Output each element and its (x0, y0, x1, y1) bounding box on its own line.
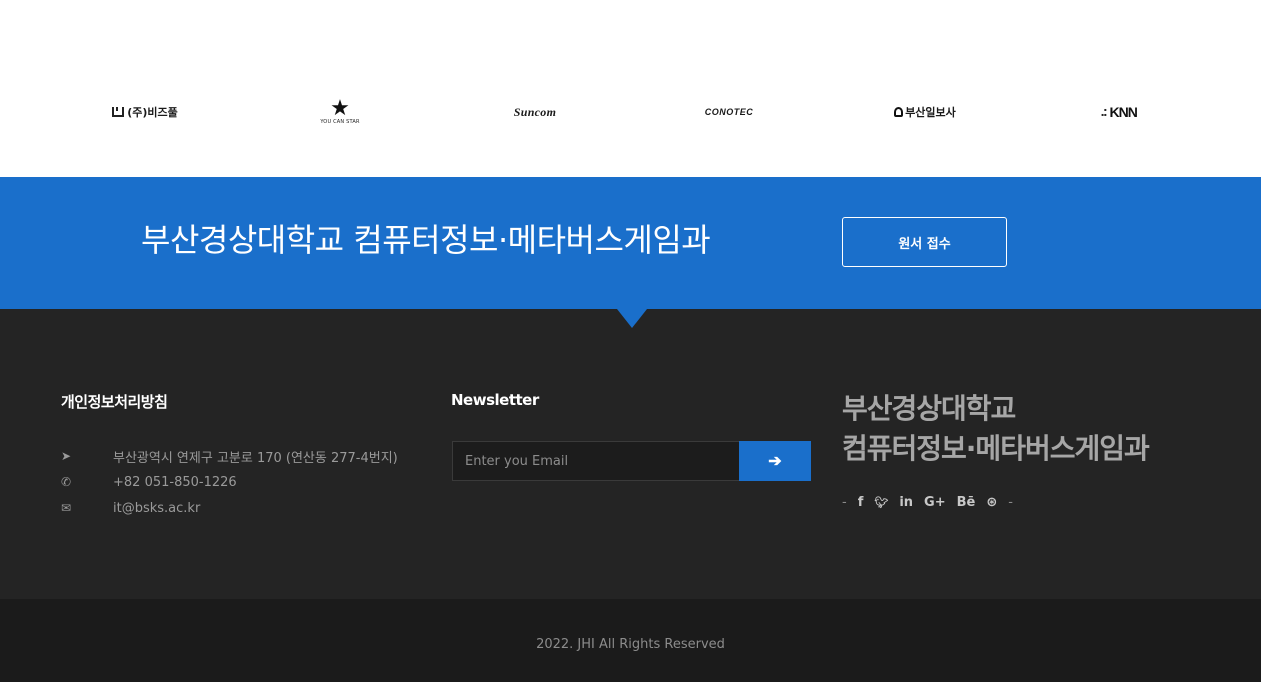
email-text[interactable]: it@bsks.ac.kr (113, 501, 200, 516)
copyright-text: 2022. JHI All Rights Reserved (536, 637, 725, 652)
dribbble-icon[interactable]: ⊛ (986, 495, 997, 510)
facebook-icon[interactable]: f (858, 495, 864, 510)
bizpool-logo: (주)비즈풀 (112, 104, 178, 120)
newsletter-submit-button[interactable]: ➔ (739, 441, 811, 481)
newsletter-title: Newsletter (451, 391, 539, 409)
partner-name: YOU CAN STAR (320, 119, 360, 125)
social-links: - f 🐦︎ in G+ Bē ⊛ - (842, 495, 1013, 510)
copyright-bar: 2022. JHI All Rights Reserved (0, 599, 1261, 682)
contact-address: ➤ 부산광역시 연제구 고분로 170 (연산동 277-4번지) (61, 443, 421, 469)
phone-icon: ✆ (61, 475, 72, 489)
envelope-icon: ✉ (61, 501, 72, 515)
arrow-right-icon: ➔ (768, 453, 782, 470)
cta-banner: 부산경상대학교 컴퓨터정보·메타버스게임과 원서 접수 (0, 177, 1261, 309)
newsletter-email-input[interactable] (452, 441, 739, 481)
suncom-logo: Suncom (513, 104, 557, 119)
bizpool-mark-icon (112, 107, 125, 117)
partner-name: 부산일보사 (905, 106, 956, 119)
partner-name: (주)비즈풀 (127, 106, 178, 119)
partner-logo-conotec[interactable]: CONOTEC (704, 96, 754, 128)
contact-email: ✉ it@bsks.ac.kr (61, 495, 421, 521)
star-icon: ★ (330, 96, 350, 121)
brand-line-1: 부산경상대학교 (842, 392, 1016, 425)
partners-strip: (주)비즈풀 ★ YOU CAN STAR Suncom CONOTEC 부산일… (0, 0, 1261, 177)
footer: 개인정보처리방침 ➤ 부산광역시 연제구 고분로 170 (연산동 277-4번… (0, 309, 1261, 599)
address-text: 부산광역시 연제구 고분로 170 (연산동 277-4번지) (113, 450, 398, 466)
partner-logo-knn[interactable]: ▪ ▪▪ KNN (1090, 96, 1148, 128)
banner-title: 부산경상대학교 컴퓨터정보·메타버스게임과 (141, 221, 711, 259)
partner-logo-bizpool[interactable]: (주)비즈풀 (110, 96, 180, 128)
contact-phone: ✆ +82 051-850-1226 (61, 469, 421, 495)
divider: - (842, 495, 847, 510)
banner-pointer-icon (617, 309, 647, 328)
newsletter-form: ➔ (452, 441, 811, 481)
apply-button[interactable]: 원서 접수 (842, 217, 1007, 267)
partner-logo-youcanstar[interactable]: ★ YOU CAN STAR (318, 96, 362, 128)
busanilbo-mark-icon (894, 107, 904, 117)
google-plus-icon[interactable]: G+ (924, 495, 946, 510)
busanilbo-logo: 부산일보사 (894, 104, 956, 120)
partner-name: KNN (1109, 104, 1138, 120)
twitter-icon[interactable]: 🐦︎ (874, 496, 888, 509)
brand-line-2: 컴퓨터정보·메타버스게임과 (842, 432, 1150, 465)
conotec-logo: CONOTEC (704, 107, 754, 117)
contact-list: ➤ 부산광역시 연제구 고분로 170 (연산동 277-4번지) ✆ +82 … (61, 443, 421, 521)
behance-icon[interactable]: Bē (957, 495, 976, 510)
footer-brand: 부산경상대학교 컴퓨터정보·메타버스게임과 (842, 389, 1150, 469)
partner-logo-busanilbo[interactable]: 부산일보사 (893, 96, 957, 128)
divider: - (1008, 495, 1013, 510)
knn-mark-icon: ▪ ▪▪ (1101, 107, 1107, 117)
location-arrow-icon: ➤ (61, 449, 72, 463)
phone-text[interactable]: +82 051-850-1226 (113, 475, 237, 490)
knn-logo: ▪ ▪▪ KNN (1101, 104, 1138, 120)
privacy-policy-link[interactable]: 개인정보처리방침 (61, 391, 168, 412)
partner-logo-suncom[interactable]: Suncom (508, 96, 562, 128)
youcanstar-logo: ★ YOU CAN STAR (320, 96, 360, 126)
linkedin-icon[interactable]: in (899, 495, 913, 510)
